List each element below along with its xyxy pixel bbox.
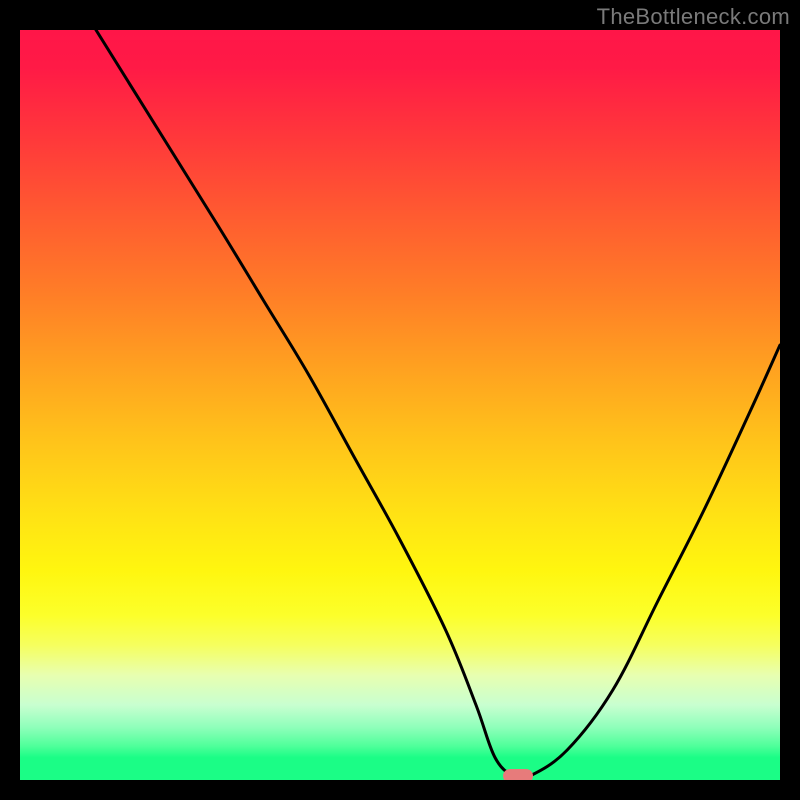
optimal-marker — [503, 769, 533, 780]
chart-frame: TheBottleneck.com — [0, 0, 800, 800]
curve-path — [96, 30, 780, 779]
watermark-text: TheBottleneck.com — [597, 4, 790, 30]
plot-area — [20, 30, 780, 780]
bottleneck-curve — [20, 30, 780, 780]
